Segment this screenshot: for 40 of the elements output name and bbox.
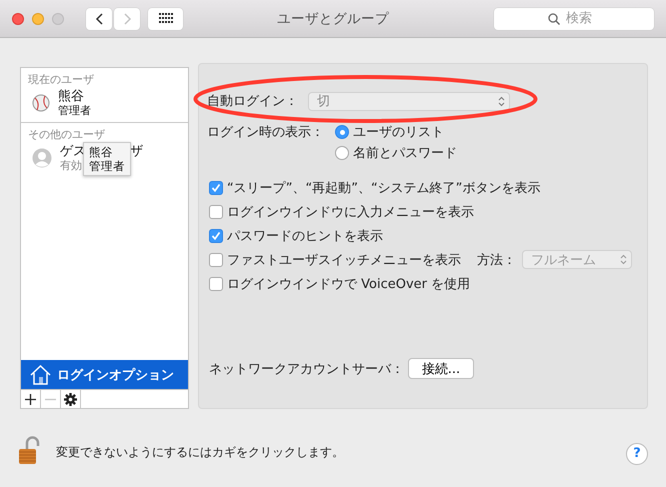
user-role: 管理者 bbox=[58, 104, 91, 117]
section-heading: その他のユーザ bbox=[27, 127, 106, 141]
show-all-button[interactable] bbox=[148, 8, 183, 30]
checkmark-icon bbox=[211, 182, 221, 192]
updown-arrows-icon bbox=[620, 254, 627, 265]
updown-arrows-icon bbox=[498, 96, 505, 106]
user-name: 熊谷 bbox=[58, 89, 84, 104]
baseball-icon bbox=[32, 94, 50, 112]
settings-icon bbox=[64, 392, 77, 406]
checkbox-option[interactable]: パスワードのヒントを表示 bbox=[209, 227, 383, 244]
user-role: 有効 bbox=[60, 159, 82, 172]
close-button[interactable] bbox=[12, 12, 24, 24]
user-avatar-icon bbox=[32, 148, 52, 168]
connect-button[interactable]: 接続... bbox=[408, 358, 474, 379]
house-icon bbox=[30, 364, 51, 384]
window-title: ユーザとグループ bbox=[277, 10, 389, 26]
search-field[interactable]: 検索 bbox=[494, 8, 654, 30]
gear-button[interactable] bbox=[61, 390, 81, 408]
field-label: 自動ログイン： bbox=[207, 93, 298, 110]
grid-icon bbox=[158, 13, 172, 24]
section-heading: 現在のユーザ bbox=[27, 72, 95, 86]
back-button[interactable] bbox=[86, 8, 112, 30]
checkbox-option[interactable]: ログインウインドウに入力メニューを表示 bbox=[209, 203, 474, 220]
minimize-button[interactable] bbox=[32, 12, 44, 24]
sidebar-item[interactable]: ログインオプション bbox=[21, 360, 188, 389]
tooltip: 熊谷 管理者 bbox=[83, 142, 131, 176]
search-icon bbox=[548, 12, 560, 24]
checkbox-option[interactable]: ログインウインドウで VoiceOver を使用 bbox=[209, 275, 470, 292]
radio-option[interactable]: ユーザのリスト bbox=[335, 123, 647, 141]
help-button[interactable]: ? bbox=[626, 442, 648, 464]
radio-option[interactable]: 名前とパスワード bbox=[335, 144, 647, 162]
field-label: 方法： bbox=[477, 252, 516, 268]
checkmark-icon bbox=[211, 230, 221, 240]
lock-hint-text: 変更できないようにするにはカギをクリックします。 bbox=[56, 444, 344, 461]
field-label: ログイン時の表示： bbox=[207, 124, 325, 141]
plus-icon bbox=[25, 394, 36, 404]
field-label: ネットワークアカウントサーバ： bbox=[209, 360, 404, 378]
user-name: ザ bbox=[130, 144, 143, 159]
checkbox-option[interactable]: “スリープ”、“再起動”、“システム終了”ボタンを表示 bbox=[209, 179, 540, 196]
checkbox-option[interactable]: ファストユーザスイッチメニューを表示 bbox=[209, 251, 461, 268]
